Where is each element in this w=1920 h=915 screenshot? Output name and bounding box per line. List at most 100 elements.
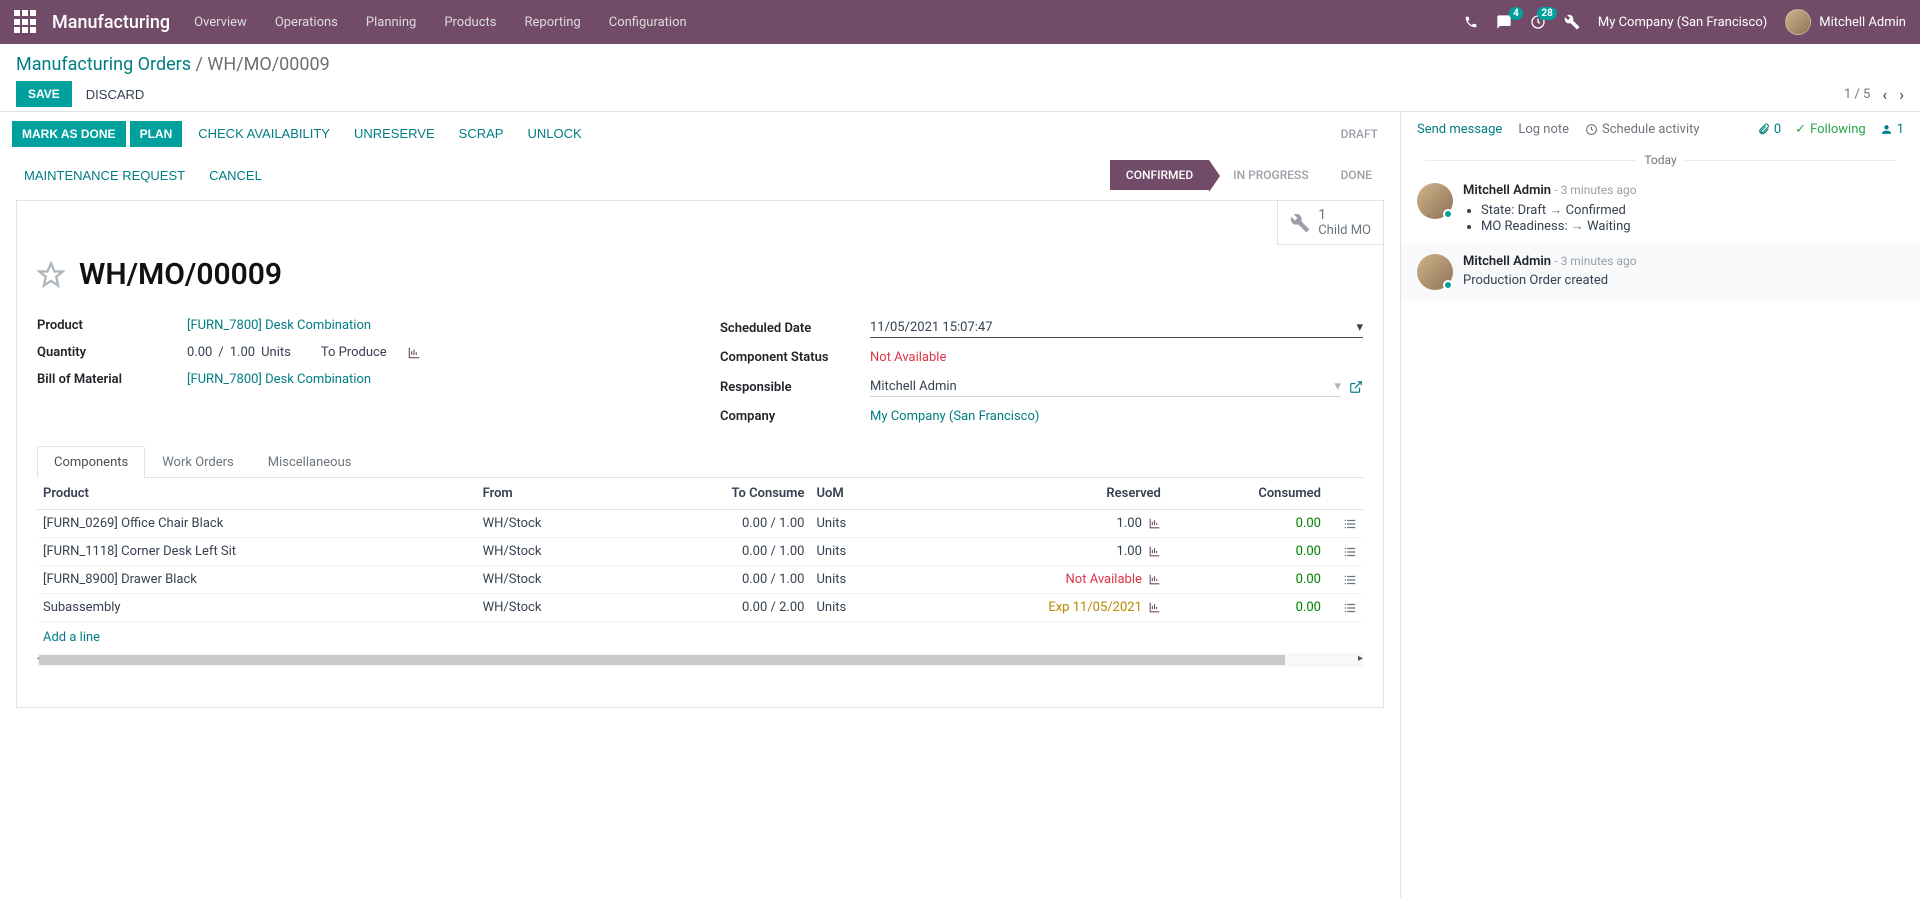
pager-next-icon[interactable]: › — [1899, 85, 1904, 104]
debug-icon[interactable] — [1564, 14, 1580, 30]
cell-product[interactable]: [FURN_8900] Drawer Black — [37, 566, 477, 594]
tab-miscellaneous[interactable]: Miscellaneous — [251, 446, 369, 478]
user-menu[interactable]: Mitchell Admin — [1785, 9, 1906, 35]
field-qty[interactable]: 0.00 — [187, 345, 212, 360]
message-author[interactable]: Mitchell Admin — [1463, 254, 1551, 269]
detailed-operations-icon[interactable] — [1343, 600, 1357, 615]
cell-reserved[interactable]: Exp 11/05/2021 — [900, 594, 1167, 622]
messages-icon[interactable]: 4 — [1496, 14, 1512, 30]
field-scheduled-date[interactable]: 11/05/2021 15:07:47▾ — [870, 318, 1363, 338]
status-in-progress[interactable]: IN PROGRESS — [1209, 160, 1324, 190]
field-responsible[interactable]: Mitchell Admin▾ — [870, 377, 1341, 397]
unlock-button[interactable]: UNLOCK — [515, 120, 593, 147]
cell-reserved[interactable]: Not Available — [900, 566, 1167, 594]
th-consumed[interactable]: Consumed — [1167, 478, 1327, 510]
log-note-button[interactable]: Log note — [1518, 122, 1569, 137]
cell-product[interactable]: Subassembly — [37, 594, 477, 622]
scrap-button[interactable]: SCRAP — [447, 120, 516, 147]
breadcrumb-root[interactable]: Manufacturing Orders — [16, 54, 191, 75]
cell-from[interactable]: WH/Stock — [477, 594, 629, 622]
discard-button[interactable]: DISCARD — [86, 87, 145, 102]
app-brand[interactable]: Manufacturing — [52, 12, 170, 33]
table-row[interactable]: Subassembly WH/Stock 0.00 / 2.00 Units E… — [37, 594, 1363, 622]
cell-product[interactable]: [FURN_1118] Corner Desk Left Sit — [37, 538, 477, 566]
detailed-operations-icon[interactable] — [1343, 544, 1357, 559]
tab-work-orders[interactable]: Work Orders — [145, 446, 251, 478]
cell-to-consume[interactable]: 0.00 / 1.00 — [628, 510, 810, 538]
nav-configuration[interactable]: Configuration — [609, 15, 687, 30]
cell-consumed[interactable]: 0.00 — [1167, 594, 1327, 622]
horizontal-scrollbar[interactable]: ◂▸ — [37, 653, 1363, 667]
detailed-operations-icon[interactable] — [1343, 516, 1357, 531]
table-row[interactable]: [FURN_0269] Office Chair Black WH/Stock … — [37, 510, 1363, 538]
cell-consumed[interactable]: 0.00 — [1167, 510, 1327, 538]
cancel-button[interactable]: CANCEL — [197, 162, 274, 189]
message-author[interactable]: Mitchell Admin — [1463, 183, 1551, 198]
company-switcher[interactable]: My Company (San Francisco) — [1598, 15, 1767, 30]
priority-star-icon[interactable] — [37, 261, 65, 289]
child-mo-stat-button[interactable]: 1 Child MO — [1277, 201, 1383, 245]
status-draft[interactable]: DRAFT — [1331, 121, 1388, 147]
cell-uom[interactable]: Units — [810, 538, 899, 566]
following-button[interactable]: ✓ Following — [1795, 122, 1866, 137]
cell-consumed[interactable]: 0.00 — [1167, 538, 1327, 566]
attachments-button[interactable]: 0 — [1757, 122, 1781, 137]
cell-from[interactable]: WH/Stock — [477, 510, 629, 538]
cell-from[interactable]: WH/Stock — [477, 538, 629, 566]
field-product[interactable]: [FURN_7800] Desk Combination — [187, 318, 371, 333]
nav-planning[interactable]: Planning — [366, 15, 416, 30]
status-confirmed[interactable]: CONFIRMED — [1110, 160, 1209, 190]
cell-reserved[interactable]: 1.00 — [900, 538, 1167, 566]
cell-reserved[interactable]: 1.00 — [900, 510, 1167, 538]
activities-icon[interactable]: 28 — [1530, 14, 1546, 30]
cell-uom[interactable]: Units — [810, 566, 899, 594]
field-uom[interactable]: Units — [261, 345, 291, 360]
mark-done-button[interactable]: MARK AS DONE — [12, 121, 126, 147]
cell-product[interactable]: [FURN_0269] Office Chair Black — [37, 510, 477, 538]
field-company[interactable]: My Company (San Francisco) — [870, 409, 1039, 424]
cell-to-consume[interactable]: 0.00 / 1.00 — [628, 538, 810, 566]
th-to-consume[interactable]: To Consume — [628, 478, 810, 510]
cell-to-consume[interactable]: 0.00 / 1.00 — [628, 566, 810, 594]
unreserve-button[interactable]: UNRESERVE — [342, 120, 447, 147]
external-link-icon[interactable] — [1349, 380, 1363, 395]
nav-reporting[interactable]: Reporting — [525, 15, 581, 30]
followers-button[interactable]: 1 — [1880, 122, 1904, 137]
nav-operations[interactable]: Operations — [275, 15, 338, 30]
tab-components[interactable]: Components — [37, 446, 145, 478]
forecast-icon[interactable] — [1148, 600, 1161, 615]
th-product[interactable]: Product — [37, 478, 477, 510]
send-message-button[interactable]: Send message — [1417, 122, 1502, 137]
cell-uom[interactable]: Units — [810, 510, 899, 538]
phone-icon[interactable] — [1464, 15, 1478, 30]
cell-consumed[interactable]: 0.00 — [1167, 566, 1327, 594]
nav-products[interactable]: Products — [444, 15, 496, 30]
add-line-link[interactable]: Add a line — [43, 630, 100, 645]
maintenance-request-button[interactable]: MAINTENANCE REQUEST — [12, 162, 197, 189]
schedule-activity-button[interactable]: Schedule activity — [1585, 122, 1700, 137]
forecast-icon[interactable] — [1148, 544, 1161, 559]
table-row[interactable]: [FURN_8900] Drawer Black WH/Stock 0.00 /… — [37, 566, 1363, 594]
status-done[interactable]: DONE — [1325, 160, 1388, 190]
field-qty-target[interactable]: 1.00 — [230, 345, 255, 360]
save-button[interactable]: SAVE — [16, 81, 72, 107]
nav-overview[interactable]: Overview — [194, 15, 247, 30]
plan-button[interactable]: PLAN — [130, 121, 183, 147]
forecast-icon[interactable] — [407, 345, 421, 360]
th-from[interactable]: From — [477, 478, 629, 510]
cell-to-consume[interactable]: 0.00 / 2.00 — [628, 594, 810, 622]
forecast-icon[interactable] — [1148, 572, 1161, 587]
apps-icon[interactable] — [14, 10, 38, 34]
table-row[interactable]: [FURN_1118] Corner Desk Left Sit WH/Stoc… — [37, 538, 1363, 566]
cell-from[interactable]: WH/Stock — [477, 566, 629, 594]
th-reserved[interactable]: Reserved — [900, 478, 1167, 510]
label-product: Product — [37, 318, 187, 333]
pager-prev-icon[interactable]: ‹ — [1882, 85, 1887, 104]
forecast-icon[interactable] — [1148, 516, 1161, 531]
check-availability-button[interactable]: CHECK AVAILABILITY — [186, 120, 342, 147]
cell-uom[interactable]: Units — [810, 594, 899, 622]
th-uom[interactable]: UoM — [810, 478, 899, 510]
message-avatar — [1417, 254, 1453, 290]
detailed-operations-icon[interactable] — [1343, 572, 1357, 587]
field-bom[interactable]: [FURN_7800] Desk Combination — [187, 372, 371, 387]
